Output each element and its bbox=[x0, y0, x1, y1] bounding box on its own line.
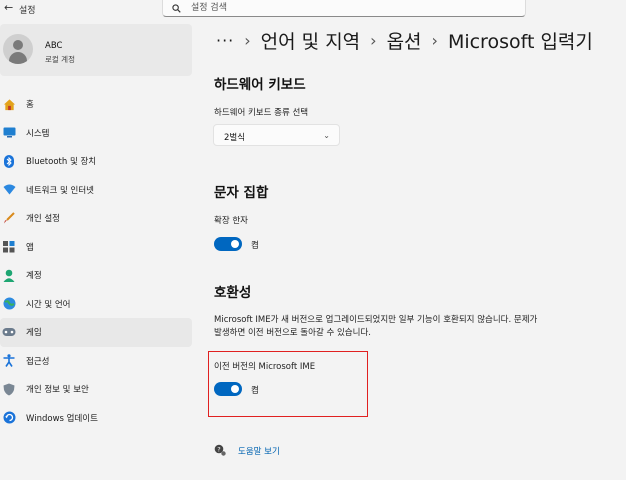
compatibility-description: Microsoft IME가 새 버전으로 업그레이드되었지만 일부 기능이 호… bbox=[214, 315, 538, 338]
profile-name: ABC bbox=[45, 41, 63, 51]
breadcrumb-item-options[interactable]: 옵션 bbox=[387, 27, 422, 54]
previous-version-toggle[interactable] bbox=[214, 382, 242, 396]
home-icon bbox=[2, 97, 16, 111]
chevron-right-icon: › bbox=[244, 31, 251, 50]
sidebar-item-accessibility[interactable]: 접근성 bbox=[0, 347, 192, 376]
sidebar-item-home[interactable]: 홈 bbox=[0, 90, 192, 119]
app-title: 설정 bbox=[19, 6, 36, 16]
chevron-right-icon: › bbox=[431, 31, 438, 50]
sidebar-item-label: 접근성 bbox=[26, 356, 50, 367]
breadcrumb-more-button[interactable]: ··· bbox=[216, 31, 234, 50]
system-icon bbox=[2, 126, 16, 140]
accessibility-icon bbox=[2, 354, 16, 368]
sidebar-item-label: 시스템 bbox=[26, 128, 50, 139]
breadcrumb-item-current: Microsoft 입력기 bbox=[447, 31, 593, 53]
sidebar-item-gaming[interactable]: 게임 bbox=[0, 318, 192, 347]
search-icon bbox=[172, 4, 181, 13]
extended-hanja-toggle[interactable] bbox=[214, 237, 242, 251]
sidebar-item-label: Windows 업데이트 bbox=[26, 413, 98, 424]
sidebar-item-label: 시간 및 언어 bbox=[26, 299, 71, 310]
sidebar-item-system[interactable]: 시스템 bbox=[0, 119, 192, 148]
avatar bbox=[3, 34, 33, 64]
title-bar: ← 설정 bbox=[0, 0, 626, 22]
sidebar-item-apps[interactable]: 앱 bbox=[0, 233, 192, 262]
sidebar-item-bluetooth[interactable]: Bluetooth 및 장치 bbox=[0, 147, 192, 176]
svg-text:?: ? bbox=[217, 446, 220, 454]
profile-account-type: 로컬 계정 bbox=[45, 55, 75, 64]
time-language-icon bbox=[2, 297, 16, 311]
bluetooth-icon bbox=[2, 154, 16, 168]
sidebar-item-label: 앱 bbox=[26, 242, 34, 253]
sidebar-item-label: 개인 설정 bbox=[26, 214, 60, 225]
network-icon bbox=[2, 183, 16, 197]
help-icon: ? bbox=[214, 444, 226, 456]
extended-hanja-label: 확장 한자 bbox=[214, 216, 248, 226]
keyboard-type-selected: 2벌식 bbox=[224, 133, 246, 143]
sidebar-item-privacy-security[interactable]: 개인 정보 및 보안 bbox=[0, 375, 192, 404]
search-input[interactable] bbox=[191, 1, 491, 15]
section-title-charset: 문자 집합 bbox=[214, 185, 269, 201]
privacy-shield-icon bbox=[2, 382, 16, 396]
section-title-compatibility: 호환성 bbox=[214, 285, 252, 301]
previous-version-state: 켬 bbox=[251, 386, 259, 396]
sidebar-item-label: 네트워크 및 인터넷 bbox=[26, 185, 94, 196]
sidebar-item-label: Bluetooth 및 장치 bbox=[26, 157, 97, 168]
windows-update-icon bbox=[2, 411, 16, 425]
sidebar-item-label: 계정 bbox=[26, 271, 42, 282]
sidebar-item-network[interactable]: 네트워크 및 인터넷 bbox=[0, 176, 192, 205]
previous-version-label: 이전 버전의 Microsoft IME bbox=[214, 362, 316, 372]
sidebar-item-accounts[interactable]: 계정 bbox=[0, 261, 192, 290]
back-arrow-icon[interactable]: ← bbox=[4, 1, 13, 14]
profile-card[interactable]: ABC 로컬 계정 bbox=[0, 24, 192, 76]
section-title-hardware-keyboard: 하드웨어 키보드 bbox=[214, 77, 306, 93]
sidebar-item-windows-update[interactable]: Windows 업데이트 bbox=[0, 404, 192, 433]
breadcrumb: ··· › 언어 및 지역 › 옵션 › Microsoft 입력기 bbox=[216, 27, 626, 54]
keyboard-type-label: 하드웨어 키보드 종류 선택 bbox=[214, 108, 309, 118]
extended-hanja-state: 켬 bbox=[251, 241, 259, 251]
chevron-right-icon: › bbox=[370, 31, 377, 50]
personalization-brush-icon bbox=[2, 211, 16, 225]
sidebar-item-time-language[interactable]: 시간 및 언어 bbox=[0, 290, 192, 319]
sidebar-item-label: 게임 bbox=[26, 328, 42, 339]
apps-icon bbox=[2, 240, 16, 254]
breadcrumb-item-language-region[interactable]: 언어 및 지역 bbox=[261, 27, 360, 54]
keyboard-type-dropdown[interactable]: 2벌식 ⌄ bbox=[213, 124, 340, 146]
sidebar-item-personalization[interactable]: 개인 설정 bbox=[0, 204, 192, 233]
accounts-icon bbox=[2, 268, 16, 282]
gaming-icon bbox=[2, 325, 16, 339]
sidebar-nav: 홈 시스템 Bluetooth 및 장치 네트워크 및 인터넷 개인 설정 앱 bbox=[0, 90, 192, 432]
search-box[interactable] bbox=[162, 0, 526, 17]
chevron-down-icon: ⌄ bbox=[323, 131, 330, 140]
sidebar-item-label: 홈 bbox=[26, 100, 34, 111]
sidebar-item-label: 개인 정보 및 보안 bbox=[26, 385, 89, 396]
help-link[interactable]: 도움말 보기 bbox=[238, 445, 280, 457]
